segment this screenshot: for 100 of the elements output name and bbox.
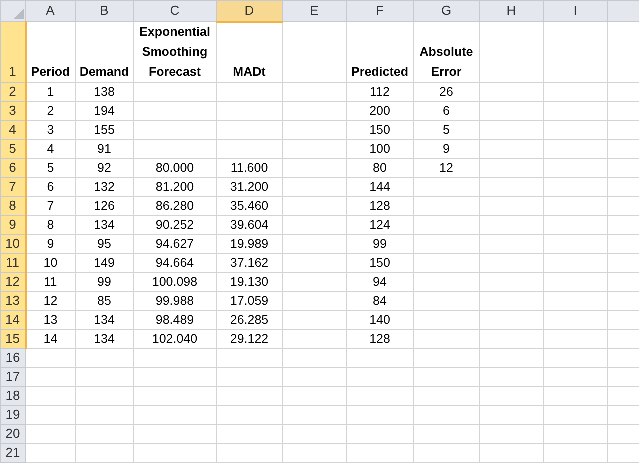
table-cell: 126 xyxy=(94,199,115,213)
table-cell: 92 xyxy=(98,161,112,175)
row-header[interactable]: 5 xyxy=(0,140,26,158)
table-cell: 5 xyxy=(47,161,54,175)
table-cell: 19.130 xyxy=(230,275,269,289)
table-cell: 8 xyxy=(47,218,54,232)
row-header[interactable]: 17 xyxy=(0,368,26,386)
table-cell: 150 xyxy=(370,123,390,137)
table-cell: 194 xyxy=(94,104,115,118)
column-header[interactable]: C xyxy=(134,0,216,22)
row-header[interactable]: 15 xyxy=(0,330,26,348)
table-cell: 81.200 xyxy=(156,180,194,194)
table-cell: 9 xyxy=(443,142,450,156)
table-cell: 134 xyxy=(94,218,115,232)
table-cell: 86.280 xyxy=(156,199,194,213)
column-header[interactable]: G xyxy=(414,0,480,22)
table-cell: 124 xyxy=(370,218,390,232)
table-cell: 13 xyxy=(44,313,58,327)
table-cell: 10 xyxy=(44,256,58,270)
table-cell: 134 xyxy=(94,313,115,327)
table-cell: 112 xyxy=(370,85,390,99)
table-cell: 138 xyxy=(94,85,115,99)
column-header[interactable]: D xyxy=(216,0,282,22)
table-cell: 98.489 xyxy=(156,313,194,327)
table-cell: 11.600 xyxy=(230,161,268,175)
table-cell: 200 xyxy=(370,104,390,118)
row-header[interactable]: 20 xyxy=(0,424,26,444)
table-cell: 94.664 xyxy=(156,256,194,270)
column-header[interactable]: H xyxy=(480,0,544,22)
table-cell: 100 xyxy=(370,142,390,156)
table-cell: 85 xyxy=(98,294,112,308)
table-cell: 6 xyxy=(443,104,450,118)
table-cell: 2 xyxy=(47,104,54,118)
table-cell: 80.000 xyxy=(156,161,194,175)
table-cell: 99.988 xyxy=(156,294,194,308)
column-header[interactable]: E xyxy=(282,0,346,22)
table-cell: 1 xyxy=(47,85,54,99)
row-header[interactable]: 21 xyxy=(0,444,26,462)
row-header[interactable]: 13 xyxy=(0,292,26,310)
row-header[interactable]: 16 xyxy=(0,348,26,368)
column-header[interactable]: F xyxy=(346,0,414,22)
table-cell: 91 xyxy=(98,142,112,156)
row-header[interactable]: 2 xyxy=(0,82,26,102)
table-cell: 128 xyxy=(370,332,390,346)
table-cell: 99 xyxy=(373,237,387,251)
table-cell: 94 xyxy=(373,275,387,289)
row-header[interactable]: 11 xyxy=(0,254,26,272)
table-cell: 17.059 xyxy=(230,294,269,308)
table-cell: 29.122 xyxy=(230,332,269,346)
row-header[interactable]: 12 xyxy=(0,272,26,292)
table-cell: 134 xyxy=(94,332,115,346)
table-cell: 5 xyxy=(443,123,450,137)
column-title: MADt xyxy=(233,65,266,79)
table-cell: 94.627 xyxy=(156,237,194,251)
column-title: Exponential Smoothing Forecast xyxy=(140,25,210,79)
table-cell: 140 xyxy=(370,313,390,327)
table-cell: 90.252 xyxy=(156,218,194,232)
table-cell: 150 xyxy=(370,256,390,270)
row-header[interactable]: 14 xyxy=(0,310,26,330)
row-header[interactable]: 3 xyxy=(0,102,26,120)
row-header[interactable]: 18 xyxy=(0,386,26,406)
column-header[interactable]: A xyxy=(26,0,76,22)
row-header[interactable]: 19 xyxy=(0,406,26,424)
row-header[interactable]: 1 xyxy=(0,22,26,82)
table-cell: 31.200 xyxy=(230,180,269,194)
table-cell: 39.604 xyxy=(230,218,269,232)
table-cell: 95 xyxy=(98,237,112,251)
table-cell: 26.285 xyxy=(230,313,269,327)
column-title: Predicted xyxy=(352,65,408,79)
column-header[interactable]: I xyxy=(544,0,608,22)
column-title: Demand xyxy=(80,65,130,79)
table-cell: 3 xyxy=(47,123,54,137)
table-cell: 12 xyxy=(44,294,58,308)
table-cell: 144 xyxy=(370,180,390,194)
row-header[interactable]: 10 xyxy=(0,234,26,254)
row-header[interactable]: 7 xyxy=(0,178,26,196)
column-title: Period xyxy=(31,65,70,79)
table-cell: 100.098 xyxy=(152,275,198,289)
table-cell: 102.040 xyxy=(152,332,198,346)
row-header[interactable]: 4 xyxy=(0,120,26,140)
table-cell: 80 xyxy=(373,161,387,175)
row-header[interactable]: 8 xyxy=(0,196,26,216)
table-cell: 99 xyxy=(98,275,112,289)
table-cell: 26 xyxy=(440,85,454,99)
table-cell: 7 xyxy=(47,199,54,213)
table-cell: 9 xyxy=(47,237,54,251)
table-cell: 19.989 xyxy=(230,237,269,251)
row-header[interactable]: 9 xyxy=(0,216,26,234)
table-cell: 6 xyxy=(47,180,54,194)
row-header[interactable]: 6 xyxy=(0,158,26,178)
table-cell: 84 xyxy=(373,294,387,308)
select-all-icon[interactable] xyxy=(14,9,24,19)
table-cell: 35.460 xyxy=(230,199,269,213)
table-cell: 14 xyxy=(44,332,58,346)
table-cell: 4 xyxy=(47,142,54,156)
table-cell: 37.162 xyxy=(230,256,269,270)
table-cell: 12 xyxy=(440,161,454,175)
table-cell: 155 xyxy=(94,123,115,137)
table-cell: 11 xyxy=(44,275,58,289)
column-header[interactable]: B xyxy=(76,0,134,22)
